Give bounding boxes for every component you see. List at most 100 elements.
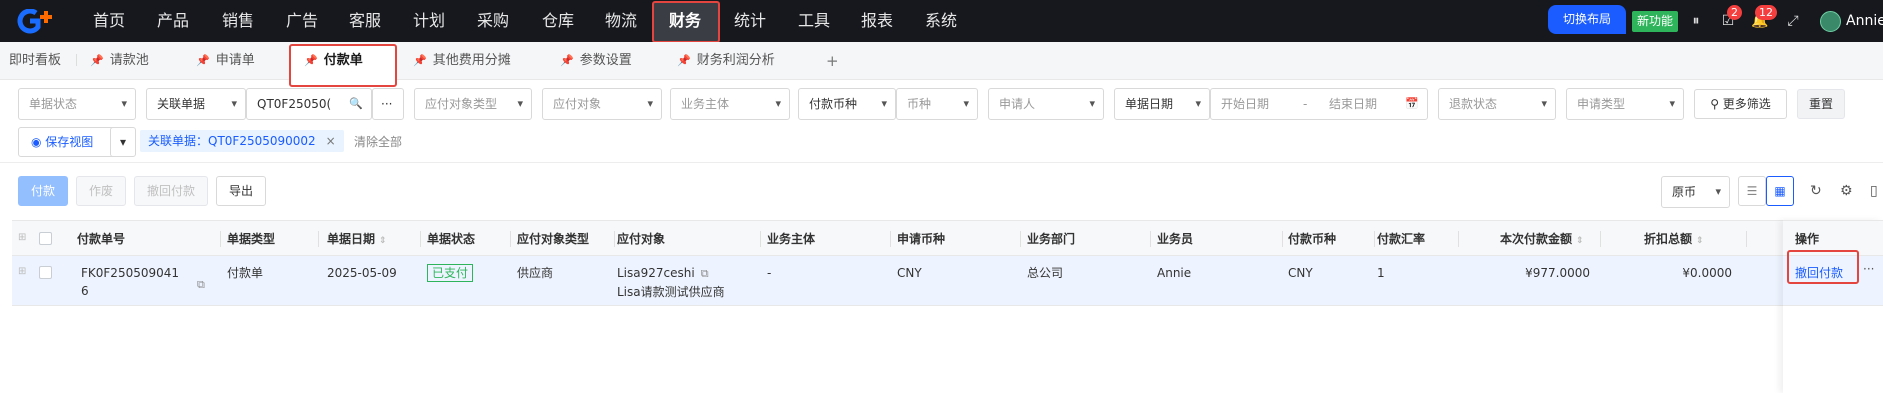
tab-dashboard[interactable]: 即时看板 [9, 42, 61, 80]
add-tab-button[interactable]: + [826, 42, 839, 80]
tab-application[interactable]: 📌 申请单 [196, 42, 255, 80]
nav-item-finance[interactable]: 财务 [669, 0, 701, 42]
calendar-icon[interactable]: 📅 [1405, 89, 1419, 119]
nav-item-warehouse[interactable]: 仓库 [542, 0, 574, 42]
copy-icon[interactable]: ⧉ [701, 267, 709, 280]
tab-label: 财务利润分析 [696, 53, 775, 68]
col-salesperson[interactable]: 业务员 [1157, 221, 1193, 257]
pause-icon[interactable]: ⏸ [1687, 12, 1705, 30]
row-checkbox[interactable] [39, 266, 52, 279]
nav-item-logistics[interactable]: 物流 [605, 0, 637, 42]
chip-label: 关联单据：QT0F2505090002 [148, 134, 316, 148]
col-apply-currency[interactable]: 申请币种 [897, 221, 945, 257]
nav-item-stats[interactable]: 统计 [734, 0, 766, 42]
search-icon[interactable]: 🔍 [349, 89, 363, 119]
related-doc-type-select[interactable]: 关联单据 ▾ [146, 88, 246, 120]
col-doc-status[interactable]: 单据状态 [427, 221, 475, 257]
payment-no-link[interactable]: FK0F250509041 6 [81, 264, 179, 300]
pay-button[interactable]: 付款 [18, 176, 68, 206]
nav-item-home[interactable]: 首页 [93, 0, 125, 42]
discount-cell: ¥0.0000 [1682, 266, 1732, 280]
business-entity-select[interactable]: 业务主体 ▾ [670, 88, 790, 120]
column-divider [1020, 231, 1021, 247]
date-range-picker[interactable]: 开始日期 - 结束日期 📅 [1210, 88, 1428, 120]
sort-icon[interactable]: ⇕ [379, 236, 387, 246]
void-button[interactable]: 作废 [76, 176, 126, 206]
sort-icon[interactable]: ⇕ [1576, 236, 1584, 246]
refund-status-select[interactable]: 退款状态 ▾ [1438, 88, 1556, 120]
avatar[interactable] [1820, 11, 1841, 32]
tab-label: 其他费用分摊 [432, 53, 511, 68]
tab-other-fee-allocation[interactable]: 📌 其他费用分摊 [413, 42, 511, 80]
payment-no-line: FK0F250509041 [81, 266, 180, 280]
column-divider [890, 231, 891, 247]
doc-status-select[interactable]: 单据状态 ▾ [18, 88, 136, 120]
currency-view-select[interactable]: 原币 ▾ [1661, 176, 1730, 208]
nav-item-plan[interactable]: 计划 [413, 0, 445, 42]
col-exchange-rate[interactable]: 付款汇率 [1377, 221, 1425, 257]
payee-select[interactable]: 应付对象 ▾ [542, 88, 662, 120]
export-button[interactable]: 导出 [216, 176, 266, 206]
sort-icon[interactable]: ⇕ [1696, 236, 1704, 246]
col-payee-type[interactable]: 应付对象类型 [517, 221, 589, 257]
col-discount[interactable]: 折扣总额 ⇕ [1644, 221, 1704, 259]
related-doc-more-button[interactable]: ··· [372, 88, 404, 120]
close-icon[interactable]: × [326, 134, 336, 148]
list-view-icon[interactable]: ☰ [1738, 176, 1766, 206]
table-row[interactable]: ⊞ FK0F250509041 6 ⧉ 付款单 2025-05-09 已支付 供应… [12, 256, 1883, 306]
fullscreen-icon[interactable]: ⤢ [1784, 12, 1802, 30]
nav-item-service[interactable]: 客服 [349, 0, 381, 42]
chevron-down-icon: ▾ [231, 97, 237, 110]
revoke-payment-toolbar-button[interactable]: 撤回付款 [134, 176, 208, 206]
apply-type-select[interactable]: 申请类型 ▾ [1566, 88, 1684, 120]
copy-icon[interactable]: ⧉ [197, 278, 205, 292]
grid-view-icon[interactable]: ▦ [1766, 176, 1794, 206]
more-filters-button[interactable]: ⚲ 更多筛选 [1694, 89, 1787, 119]
tab-request-pool[interactable]: 📌 请款池 [90, 42, 149, 80]
tab-settings[interactable]: 📌 参数设置 [560, 42, 632, 80]
col-doc-date[interactable]: 单据日期 ⇕ [327, 221, 387, 259]
start-date-input[interactable]: 开始日期 [1221, 97, 1269, 111]
col-doc-type[interactable]: 单据类型 [227, 221, 275, 257]
expand-all-icon[interactable]: ⊞ [18, 232, 26, 243]
currency-select[interactable]: 币种 ▾ [896, 88, 978, 120]
gear-icon[interactable]: ⚙ [1840, 183, 1853, 199]
end-date-input[interactable]: 结束日期 [1329, 89, 1377, 119]
save-view-dropdown[interactable]: ▾ [110, 127, 136, 157]
tab-label: 申请单 [215, 53, 255, 68]
nav-item-reports[interactable]: 报表 [861, 0, 893, 42]
nav-item-sales[interactable]: 销售 [222, 0, 254, 42]
save-view-button[interactable]: ◉ 保存视图 [18, 127, 118, 157]
username[interactable]: Annie [1846, 0, 1883, 42]
column-settings-icon[interactable]: ▯ [1870, 183, 1878, 199]
col-payment-no[interactable]: 付款单号 [77, 221, 125, 257]
tab-profit-analysis[interactable]: 📌 财务利润分析 [677, 42, 775, 80]
refresh-icon[interactable]: ↻ [1810, 183, 1822, 199]
clear-all-link[interactable]: 清除全部 [354, 133, 402, 150]
active-filter-chip: 关联单据：QT0F2505090002 × [140, 130, 344, 152]
switch-layout-button[interactable]: 切换布局 [1548, 5, 1626, 34]
col-business-entity[interactable]: 业务主体 [767, 221, 815, 257]
expand-row-icon[interactable]: ⊞ [18, 266, 26, 277]
col-pay-currency[interactable]: 付款币种 [1288, 221, 1336, 257]
reset-button[interactable]: 重置 [1797, 89, 1845, 119]
more-actions-icon[interactable]: ··· [1863, 262, 1874, 276]
nav-item-system[interactable]: 系统 [925, 0, 957, 42]
nav-item-product[interactable]: 产品 [157, 0, 189, 42]
nav-item-ads[interactable]: 广告 [286, 0, 318, 42]
applicant-select[interactable]: 申请人 ▾ [988, 88, 1104, 120]
new-feature-button[interactable]: 新功能 [1632, 11, 1678, 32]
col-amount[interactable]: 本次付款金额 ⇕ [1500, 221, 1584, 259]
nav-item-tools[interactable]: 工具 [798, 0, 830, 42]
column-divider [760, 231, 761, 247]
brand-logo-icon[interactable] [16, 9, 60, 35]
select-all-checkbox[interactable] [39, 232, 52, 245]
doc-date-type-select[interactable]: 单据日期 ▾ [1114, 88, 1210, 120]
payment-currency-type-select[interactable]: 付款币种 ▾ [798, 88, 896, 120]
related-doc-input[interactable]: QT0F25050(🔍 [246, 88, 372, 120]
col-department[interactable]: 业务部门 [1027, 221, 1075, 257]
nav-item-purchase[interactable]: 采购 [477, 0, 509, 42]
col-payee[interactable]: 应付对象 [617, 221, 665, 257]
payee-type-select[interactable]: 应付对象类型 ▾ [414, 88, 532, 120]
tab-payment-order[interactable]: 📌 付款单 [304, 42, 363, 80]
